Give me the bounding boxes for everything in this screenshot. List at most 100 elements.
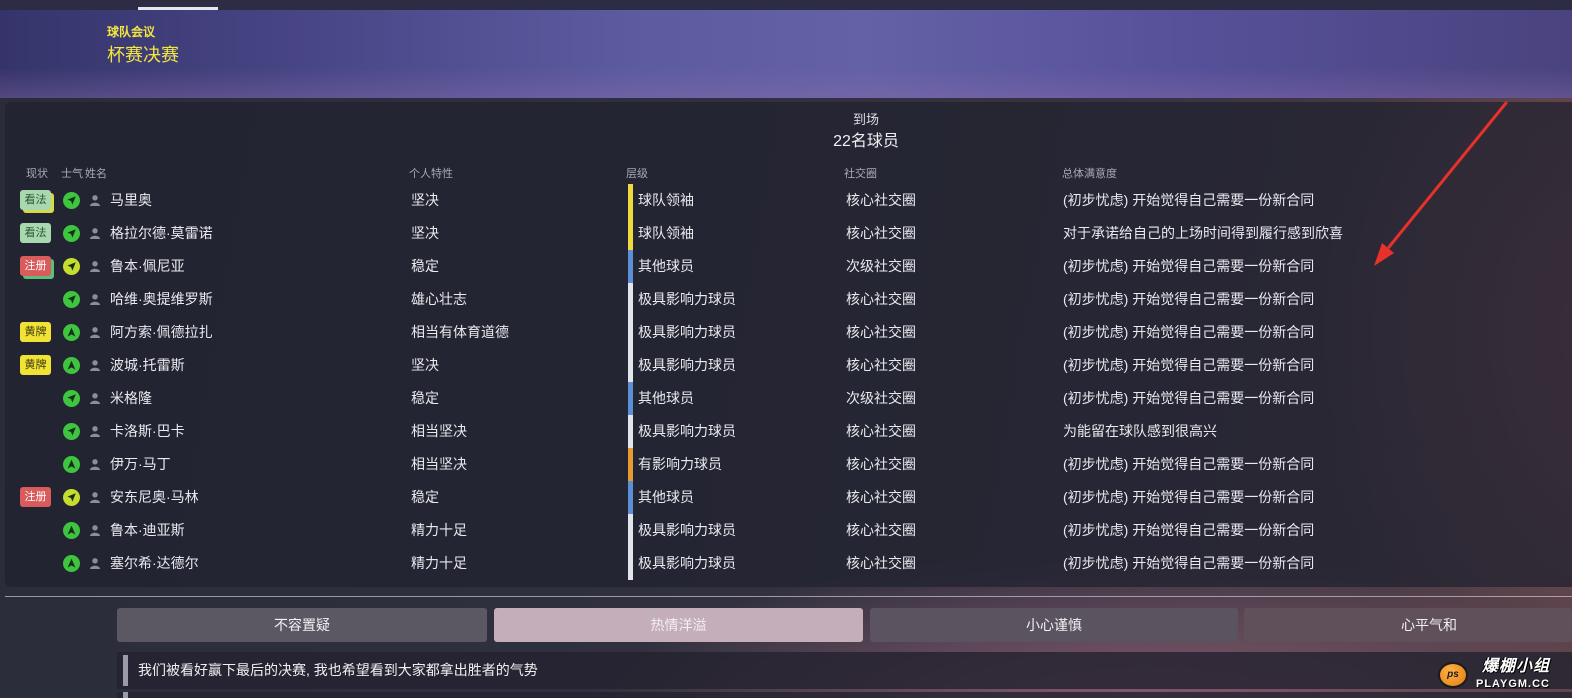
player-personality: 坚决 — [411, 357, 439, 373]
player-satisfaction: (初步忧虑) 开始觉得自己需要一份新合同 — [1063, 555, 1315, 571]
column-header-morale[interactable]: 士气 — [61, 167, 83, 181]
player-row[interactable]: 鲁本·迪亚斯 精力十足 极具影响力球员 核心社交圈 (初步忧虑) 开始觉得自己需要一份新… — [5, 514, 1572, 547]
player-name[interactable]: 格拉尔德·莫雷诺 — [110, 217, 213, 250]
player-name[interactable]: 哈维·奥提维罗斯 — [110, 283, 213, 316]
player-row[interactable]: 看法 马里奥 坚决 球队领袖 核心社交圈 (初步忧虑) 开始觉得自己需要一份新合同 — [5, 184, 1572, 217]
column-header-social[interactable]: 社交圈 — [844, 167, 877, 181]
attendance-summary: 到场 22名球员 — [766, 111, 966, 153]
player-level: 极具影响力球员 — [638, 357, 736, 373]
player-level: 极具影响力球员 — [638, 324, 736, 340]
player-avatar-icon — [89, 227, 101, 239]
level-color-bar — [628, 217, 633, 250]
morale-up-arrow-icon — [63, 324, 80, 341]
player-personality: 稳定 — [411, 489, 439, 505]
column-header-satisfaction[interactable]: 总体满意度 — [1062, 167, 1117, 181]
statement-option-next[interactable] — [117, 692, 1572, 698]
player-row[interactable]: 黄牌 阿方索·佩德拉扎 相当有体育道德 极具影响力球员 核心社交圈 (初步忧虑) 开始觉得… — [5, 316, 1572, 349]
player-row[interactable]: 米格隆 稳定 其他球员 次级社交圈 (初步忧虑) 开始觉得自己需要一份新合同 — [5, 382, 1572, 415]
morale-diagonal-arrow-icon — [63, 489, 80, 506]
player-name[interactable]: 伊万·马丁 — [110, 448, 171, 481]
player-social-circle: 次级社交圈 — [846, 390, 916, 406]
player-avatar-icon — [89, 392, 101, 404]
player-avatar-icon — [89, 359, 101, 371]
player-level: 球队领袖 — [638, 225, 694, 241]
player-social-circle: 核心社交圈 — [846, 357, 916, 373]
status-badge: 黄牌 — [20, 355, 51, 375]
player-avatar-icon — [89, 260, 101, 272]
player-level: 有影响力球员 — [638, 456, 722, 472]
attendance-label: 到场 — [852, 112, 879, 127]
status-badge: 黄牌 — [20, 322, 51, 342]
player-personality: 相当坚决 — [411, 456, 467, 472]
level-color-bar — [628, 481, 633, 514]
status-badge: 看法 — [20, 190, 51, 210]
player-row[interactable]: 看法 格拉尔德·莫雷诺 坚决 球队领袖 核心社交圈 对于承诺给自己的上场时间得到履行感到欣… — [5, 217, 1572, 250]
statement-option[interactable]: 我们被看好赢下最后的决赛, 我也希望看到大家都拿出胜者的气势 — [117, 652, 1572, 689]
player-personality: 稳定 — [411, 258, 439, 274]
morale-diagonal-arrow-icon — [63, 258, 80, 275]
morale-diagonal-arrow-icon — [63, 225, 80, 242]
column-header-personality[interactable]: 个人特性 — [409, 167, 453, 181]
level-color-bar — [628, 316, 633, 349]
player-satisfaction: (初步忧虑) 开始觉得自己需要一份新合同 — [1063, 390, 1315, 406]
player-row[interactable]: 塞尔希·达德尔 精力十足 极具影响力球员 核心社交圈 (初步忧虑) 开始觉得自己需要一份… — [5, 547, 1572, 580]
level-color-bar — [628, 415, 633, 448]
level-color-bar — [628, 250, 633, 283]
level-color-bar — [628, 448, 633, 481]
player-social-circle: 次级社交圈 — [846, 258, 916, 274]
player-level: 极具影响力球员 — [638, 555, 736, 571]
watermark-site: PLAYGM.CC — [1476, 678, 1550, 690]
tone-button-calm[interactable]: 心平气和 — [1244, 608, 1572, 642]
player-name[interactable]: 安东尼奥·马林 — [110, 481, 199, 514]
player-row[interactable]: 注册 鲁本·佩尼亚 稳定 其他球员 次级社交圈 (初步忧虑) 开始觉得自己需要一份新合同 — [5, 250, 1572, 283]
player-level: 极具影响力球员 — [638, 522, 736, 538]
player-row[interactable]: 黄牌 波城·托雷斯 坚决 极具影响力球员 核心社交圈 (初步忧虑) 开始觉得自己需要一份新… — [5, 349, 1572, 382]
watermark-logo: ps 爆棚小组 PLAYGM.CC — [1436, 656, 1566, 692]
player-name[interactable]: 阿方索·佩德拉扎 — [110, 316, 213, 349]
morale-up-arrow-icon — [63, 357, 80, 374]
player-row[interactable]: 伊万·马丁 相当坚决 有影响力球员 核心社交圈 (初步忧虑) 开始觉得自己需要一份新合同 — [5, 448, 1572, 481]
morale-up-arrow-icon — [63, 522, 80, 539]
morale-up-arrow-icon — [63, 555, 80, 572]
player-satisfaction: 对于承诺给自己的上场时间得到履行感到欣喜 — [1063, 225, 1343, 241]
player-name[interactable]: 米格隆 — [110, 382, 152, 415]
column-header-level[interactable]: 层级 — [626, 167, 648, 181]
player-list: 看法 马里奥 坚决 球队领袖 核心社交圈 (初步忧虑) 开始觉得自己需要一份新合同 看法 格拉… — [5, 184, 1572, 580]
player-personality: 雄心壮志 — [411, 291, 467, 307]
player-satisfaction: (初步忧虑) 开始觉得自己需要一份新合同 — [1063, 456, 1315, 472]
column-header-status[interactable]: 现状 — [26, 167, 48, 181]
player-level: 其他球员 — [638, 489, 694, 505]
statement-marker — [123, 655, 128, 686]
level-color-bar — [628, 382, 633, 415]
player-name[interactable]: 波城·托雷斯 — [110, 349, 185, 382]
player-name[interactable]: 塞尔希·达德尔 — [110, 547, 199, 580]
column-header-name[interactable]: 姓名 — [85, 167, 107, 181]
watermark-badge-icon: ps — [1438, 662, 1468, 688]
player-name[interactable]: 卡洛斯·巴卡 — [110, 415, 185, 448]
player-social-circle: 核心社交圈 — [846, 324, 916, 340]
player-avatar-icon — [89, 458, 101, 470]
player-personality: 精力十足 — [411, 555, 467, 571]
player-row[interactable]: 哈维·奥提维罗斯 雄心壮志 极具影响力球员 核心社交圈 (初步忧虑) 开始觉得自己需要一… — [5, 283, 1572, 316]
player-name[interactable]: 马里奥 — [110, 184, 152, 217]
player-level: 球队领袖 — [638, 192, 694, 208]
tone-button-cautious[interactable]: 小心谨慎 — [870, 608, 1238, 642]
player-row[interactable]: 注册 安东尼奥·马林 稳定 其他球员 核心社交圈 (初步忧虑) 开始觉得自己需要一份新合同 — [5, 481, 1572, 514]
tone-button-passionate[interactable]: 热情洋溢 — [494, 608, 863, 642]
attendance-count: 22名球员 — [833, 133, 899, 150]
page-subtitle: 球队会议 — [107, 25, 156, 39]
player-row[interactable]: 卡洛斯·巴卡 相当坚决 极具影响力球员 核心社交圈 为能留在球队感到很高兴 — [5, 415, 1572, 448]
tone-button-assertive[interactable]: 不容置疑 — [117, 608, 487, 642]
player-level: 极具影响力球员 — [638, 423, 736, 439]
player-name[interactable]: 鲁本·佩尼亚 — [110, 250, 185, 283]
top-bar — [0, 0, 1572, 10]
player-satisfaction: 为能留在球队感到很高兴 — [1063, 423, 1217, 439]
player-personality: 稳定 — [411, 390, 439, 406]
morale-diagonal-arrow-icon — [63, 390, 80, 407]
player-avatar-icon — [89, 491, 101, 503]
player-avatar-icon — [89, 293, 101, 305]
player-satisfaction: (初步忧虑) 开始觉得自己需要一份新合同 — [1063, 192, 1315, 208]
status-badge: 注册 — [20, 487, 51, 507]
player-name[interactable]: 鲁本·迪亚斯 — [110, 514, 185, 547]
status-badge: 注册 — [20, 256, 51, 276]
